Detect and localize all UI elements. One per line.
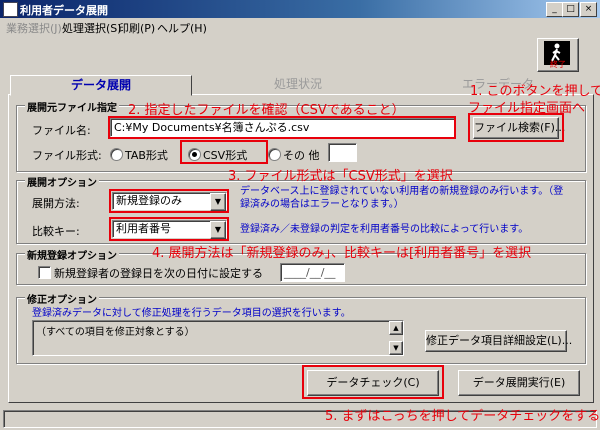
scroll-down-icon[interactable]: ▼ — [389, 341, 403, 355]
annotation-2: 2. 指定したファイルを確認（CSVであること） — [128, 103, 405, 118]
menu-help[interactable]: ヘルプ(H) — [157, 20, 207, 36]
annotation-4: 4. 展開方法は「新規登録のみ」、比較キーは[利用者番号」を選択 — [152, 246, 532, 261]
format-tab-label: TAB形式 — [125, 149, 168, 162]
exit-label: 終了 — [550, 60, 566, 69]
method-label: 展開方法: — [32, 197, 80, 210]
format-other-label: その 他 — [283, 149, 320, 162]
registration-date-input[interactable]: ____/__/__ — [280, 263, 345, 282]
file-name-label: ファイル名: — [32, 124, 91, 137]
annotation-5: 5. まずはこっちを押してデータチェックをする — [325, 409, 600, 424]
modify-options-title: 修正オプション — [25, 291, 99, 306]
format-tab-radio[interactable] — [110, 148, 123, 161]
key-highlight — [109, 217, 229, 241]
key-label: 比較キー: — [32, 225, 80, 238]
format-other-radio[interactable] — [268, 148, 281, 161]
menu-bar: 業務選択(J) 処理選択(S) 印刷(P) ヘルプ(H) — [0, 18, 600, 35]
source-group-title: 展開元ファイル指定 — [25, 99, 119, 114]
file-format-label: ファイル形式: — [32, 149, 102, 162]
format-other-input[interactable] — [328, 143, 357, 162]
annotation-1-line2: ファイル指定画面へ — [468, 101, 586, 116]
data-expand-run-button[interactable]: データ展開実行(E) — [458, 370, 580, 396]
menu-print[interactable]: 印刷(P) — [118, 20, 155, 36]
annotation-3: 3. ファイル形式は「CSV形式」を選択 — [228, 169, 453, 184]
app-icon — [3, 2, 18, 17]
registration-date-checkbox[interactable] — [38, 266, 51, 279]
modify-item-list[interactable]: （すべての項目を修正対象とする） ▲ ▼ — [32, 320, 404, 356]
modify-detail-settings-button[interactable]: 修正データ項目詳細設定(L)... — [425, 330, 572, 352]
new-registration-title: 新規登録オプション — [25, 247, 119, 262]
method-highlight — [109, 189, 229, 213]
registration-date-label: 新規登録者の登録日を次の日付に設定する — [54, 267, 263, 280]
modify-list-text: （すべての項目を修正対象とする） — [36, 327, 195, 338]
key-note: 登録済み／未登録の判定を利用者番号の比較によって行います。 — [240, 224, 529, 235]
window-title: 利用者データ展開 — [20, 4, 108, 17]
exit-button[interactable]: 終了 — [537, 38, 579, 72]
tab-data-expand[interactable]: データ展開 — [10, 75, 192, 96]
file-search-highlight — [468, 113, 564, 142]
csv-format-highlight — [180, 140, 268, 164]
data-check-highlight — [302, 365, 444, 399]
minimize-button[interactable]: _ — [546, 2, 563, 17]
tab-process-status[interactable]: 処理状況 — [208, 75, 388, 94]
method-note: データベース上に登録されていない利用者の新規登録のみ行います。（登録済みの場合は… — [240, 186, 564, 210]
close-button[interactable]: × — [580, 2, 597, 17]
scroll-up-icon[interactable]: ▲ — [389, 321, 403, 335]
options-group-title: 展開オプション — [25, 174, 99, 189]
menu-business-select[interactable]: 業務選択(J) — [6, 20, 62, 36]
file-name-highlight — [108, 116, 456, 139]
menu-process-select[interactable]: 処理選択(S) — [62, 20, 122, 36]
maximize-button[interactable]: □ — [562, 2, 579, 17]
modify-note: 登録済みデータに対して修正処理を行うデータ項目の選択を行います。 — [32, 308, 351, 319]
